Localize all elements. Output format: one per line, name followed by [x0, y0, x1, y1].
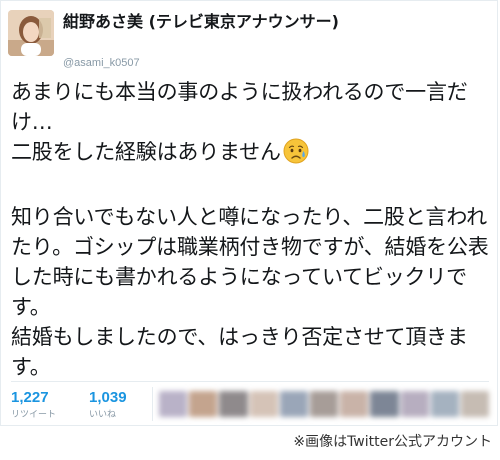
author-handle[interactable]: @asami_k0507: [63, 57, 140, 69]
liker-avatar: [400, 391, 429, 417]
liker-avatar: [249, 391, 278, 417]
image-caption: ※画像はTwitter公式アカウント: [293, 434, 492, 450]
liker-avatar: [279, 391, 308, 417]
stats-divider: [11, 381, 489, 382]
retweet-label: リツイート: [11, 410, 57, 420]
tweet-paragraph-2: 知り合いでもない人と噂になったり、二股と言われたり。ゴシップは職業柄付き物ですが…: [11, 205, 489, 319]
liker-avatar: [219, 391, 248, 417]
liker-avatar: [430, 391, 459, 417]
liker-avatar: [189, 391, 218, 417]
liker-avatar: [460, 391, 490, 417]
tweet-text: あまりにも本当の事のように扱われるので一言だけ… 二股をした経験はありません 知…: [11, 77, 489, 382]
tweet-card: 紺野あさ美 (テレビ東京アナウンサー) @asami_k0507 あまりにも本当…: [0, 0, 498, 426]
tweet-line-2: 二股をした経験はありません: [11, 137, 489, 172]
retweet-stat[interactable]: 1,227 リツイート: [11, 389, 56, 421]
likes-label: いいね: [89, 410, 117, 420]
liker-avatar: [159, 391, 188, 417]
avatar[interactable]: [8, 10, 54, 56]
tweet-paragraph-3: 結婚もしましたので、はっきり否定させて頂きます。: [11, 325, 468, 379]
liker-avatar: [340, 391, 369, 417]
liker-avatars-strip: [159, 391, 490, 417]
likes-count: 1,039: [89, 389, 127, 406]
disappointed-but-relieved-face-icon: [283, 138, 309, 172]
liker-avatar: [370, 391, 399, 417]
tweet-line-2-text: 二股をした経験はありません: [11, 140, 281, 164]
liker-avatar: [309, 391, 339, 417]
author-name[interactable]: 紺野あさ美 (テレビ東京アナウンサー): [63, 11, 403, 33]
avatar-photo-icon: [8, 10, 54, 56]
tweet-line-1: あまりにも本当の事のように扱われるので一言だけ…: [11, 80, 468, 134]
retweet-count: 1,227: [11, 389, 49, 406]
paragraph-break: [11, 172, 489, 202]
likes-stat[interactable]: 1,039 いいね: [89, 389, 127, 421]
stats-separator: [152, 387, 153, 421]
